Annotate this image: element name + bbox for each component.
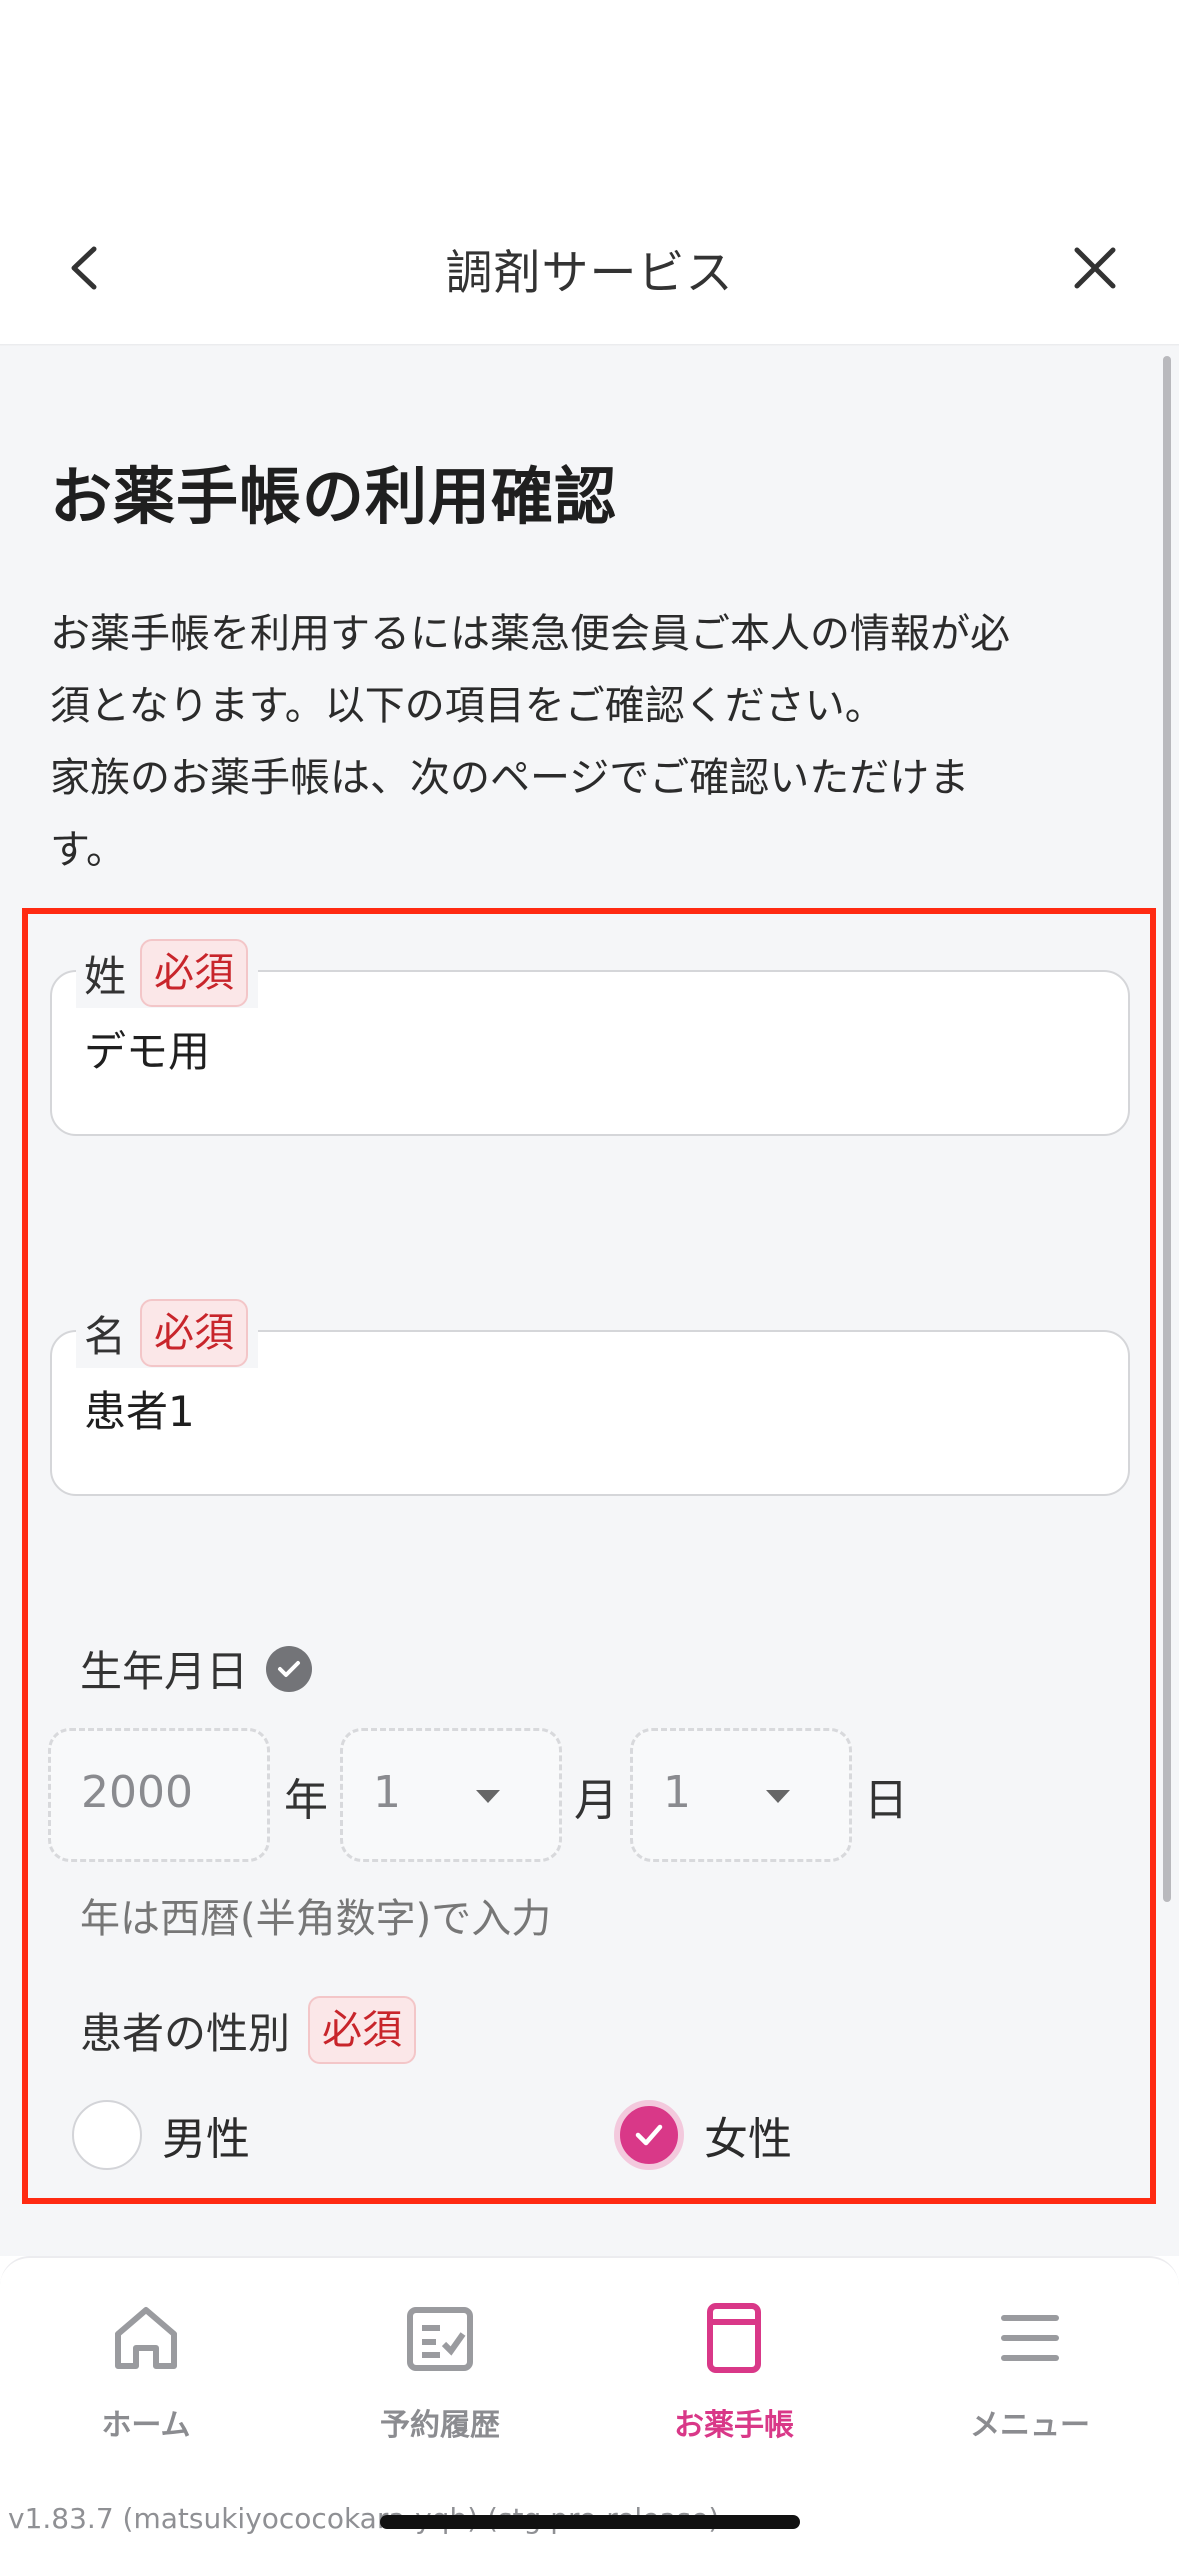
gender-option-female[interactable]: 女性 bbox=[614, 2100, 792, 2170]
header-bar: 調剤サービス bbox=[0, 190, 1179, 346]
tab-home-label: ホーム bbox=[101, 2408, 191, 2443]
tab-history[interactable]: 予約履歴 bbox=[310, 2298, 570, 2448]
last-name-input[interactable] bbox=[84, 1024, 1084, 1073]
birthdate-hint: 年は西暦(半角数字)で入力 bbox=[80, 1896, 552, 1942]
caret-down-icon bbox=[766, 1790, 790, 1803]
radio-female[interactable] bbox=[614, 2100, 684, 2170]
tab-notebook-label: お薬手帳 bbox=[674, 2408, 794, 2443]
description: お薬手帳を利用するには薬急便会員ご本人の情報が必 須となります。以下の項目をご確… bbox=[50, 598, 1130, 886]
back-button[interactable] bbox=[40, 224, 128, 312]
close-icon bbox=[1074, 247, 1116, 289]
month-unit: 月 bbox=[574, 1775, 618, 1826]
tab-menu[interactable]: メニュー bbox=[900, 2298, 1160, 2448]
tab-menu-label: メニュー bbox=[970, 2408, 1090, 2443]
description-line: お薬手帳を利用するには薬急便会員ご本人の情報が必 bbox=[50, 611, 1010, 657]
verified-check-icon bbox=[266, 1645, 313, 1692]
required-badge: 必須 bbox=[140, 939, 249, 1007]
menu-icon bbox=[1001, 2315, 1059, 2361]
page-title: お薬手帳の利用確認 bbox=[50, 460, 618, 533]
required-badge: 必須 bbox=[308, 1996, 417, 2064]
last-name-field[interactable]: 姓 必須 bbox=[50, 938, 1130, 1136]
radio-male[interactable] bbox=[72, 2100, 142, 2170]
birth-year-input[interactable]: 2000 bbox=[48, 1728, 270, 1862]
tab-notebook[interactable]: お薬手帳 bbox=[604, 2298, 864, 2448]
description-line: 家族のお薬手帳は、次のページでご確認いただけま bbox=[50, 755, 970, 801]
header-title: 調剤サービス bbox=[445, 245, 734, 301]
gender-male-label: 男性 bbox=[162, 2114, 250, 2165]
last-name-label: 姓 必須 bbox=[76, 938, 259, 1008]
chevron-left-icon bbox=[71, 246, 97, 290]
gender-option-male[interactable]: 男性 bbox=[72, 2100, 250, 2170]
description-line: 須となります。以下の項目をご確認ください。 bbox=[50, 683, 885, 729]
birth-day-select[interactable]: 1 bbox=[630, 1728, 852, 1862]
notebook-icon bbox=[707, 2303, 761, 2373]
last-name-label-text: 姓 bbox=[84, 951, 127, 1001]
gender-female-label: 女性 bbox=[704, 2114, 792, 2165]
birthdate-label: 生年月日 bbox=[80, 1638, 313, 1699]
check-icon bbox=[635, 2124, 663, 2146]
close-button[interactable] bbox=[1051, 224, 1139, 312]
description-line: す。 bbox=[50, 827, 126, 873]
first-name-field[interactable]: 名 必須 bbox=[50, 1298, 1130, 1496]
caret-down-icon bbox=[476, 1790, 500, 1803]
scrollbar[interactable] bbox=[1163, 356, 1171, 1902]
birth-month-value: 1 bbox=[373, 1767, 401, 1818]
birthdate-label-text: 生年月日 bbox=[80, 1647, 249, 1696]
first-name-input[interactable] bbox=[84, 1384, 1084, 1433]
required-badge: 必須 bbox=[140, 1299, 249, 1367]
gender-label-text: 患者の性別 bbox=[80, 2008, 291, 2058]
home-indicator bbox=[380, 2515, 800, 2529]
birth-month-select[interactable]: 1 bbox=[340, 1728, 562, 1862]
tab-history-label: 予約履歴 bbox=[380, 2408, 500, 2443]
gender-label: 患者の性別 必須 bbox=[80, 1996, 417, 2064]
first-name-label: 名 必須 bbox=[76, 1298, 259, 1368]
history-icon bbox=[407, 2307, 473, 2371]
year-unit: 年 bbox=[284, 1775, 328, 1826]
app-screen: 調剤サービス お薬手帳の利用確認 お薬手帳を利用するには薬急便会員ご本人の情報が… bbox=[0, 0, 1179, 2556]
tab-home[interactable]: ホーム bbox=[16, 2298, 276, 2448]
birth-year-value: 2000 bbox=[81, 1767, 193, 1818]
first-name-label-text: 名 bbox=[84, 1311, 127, 1361]
birth-day-value: 1 bbox=[663, 1767, 691, 1818]
day-unit: 日 bbox=[864, 1775, 908, 1826]
home-icon bbox=[115, 2307, 177, 2369]
